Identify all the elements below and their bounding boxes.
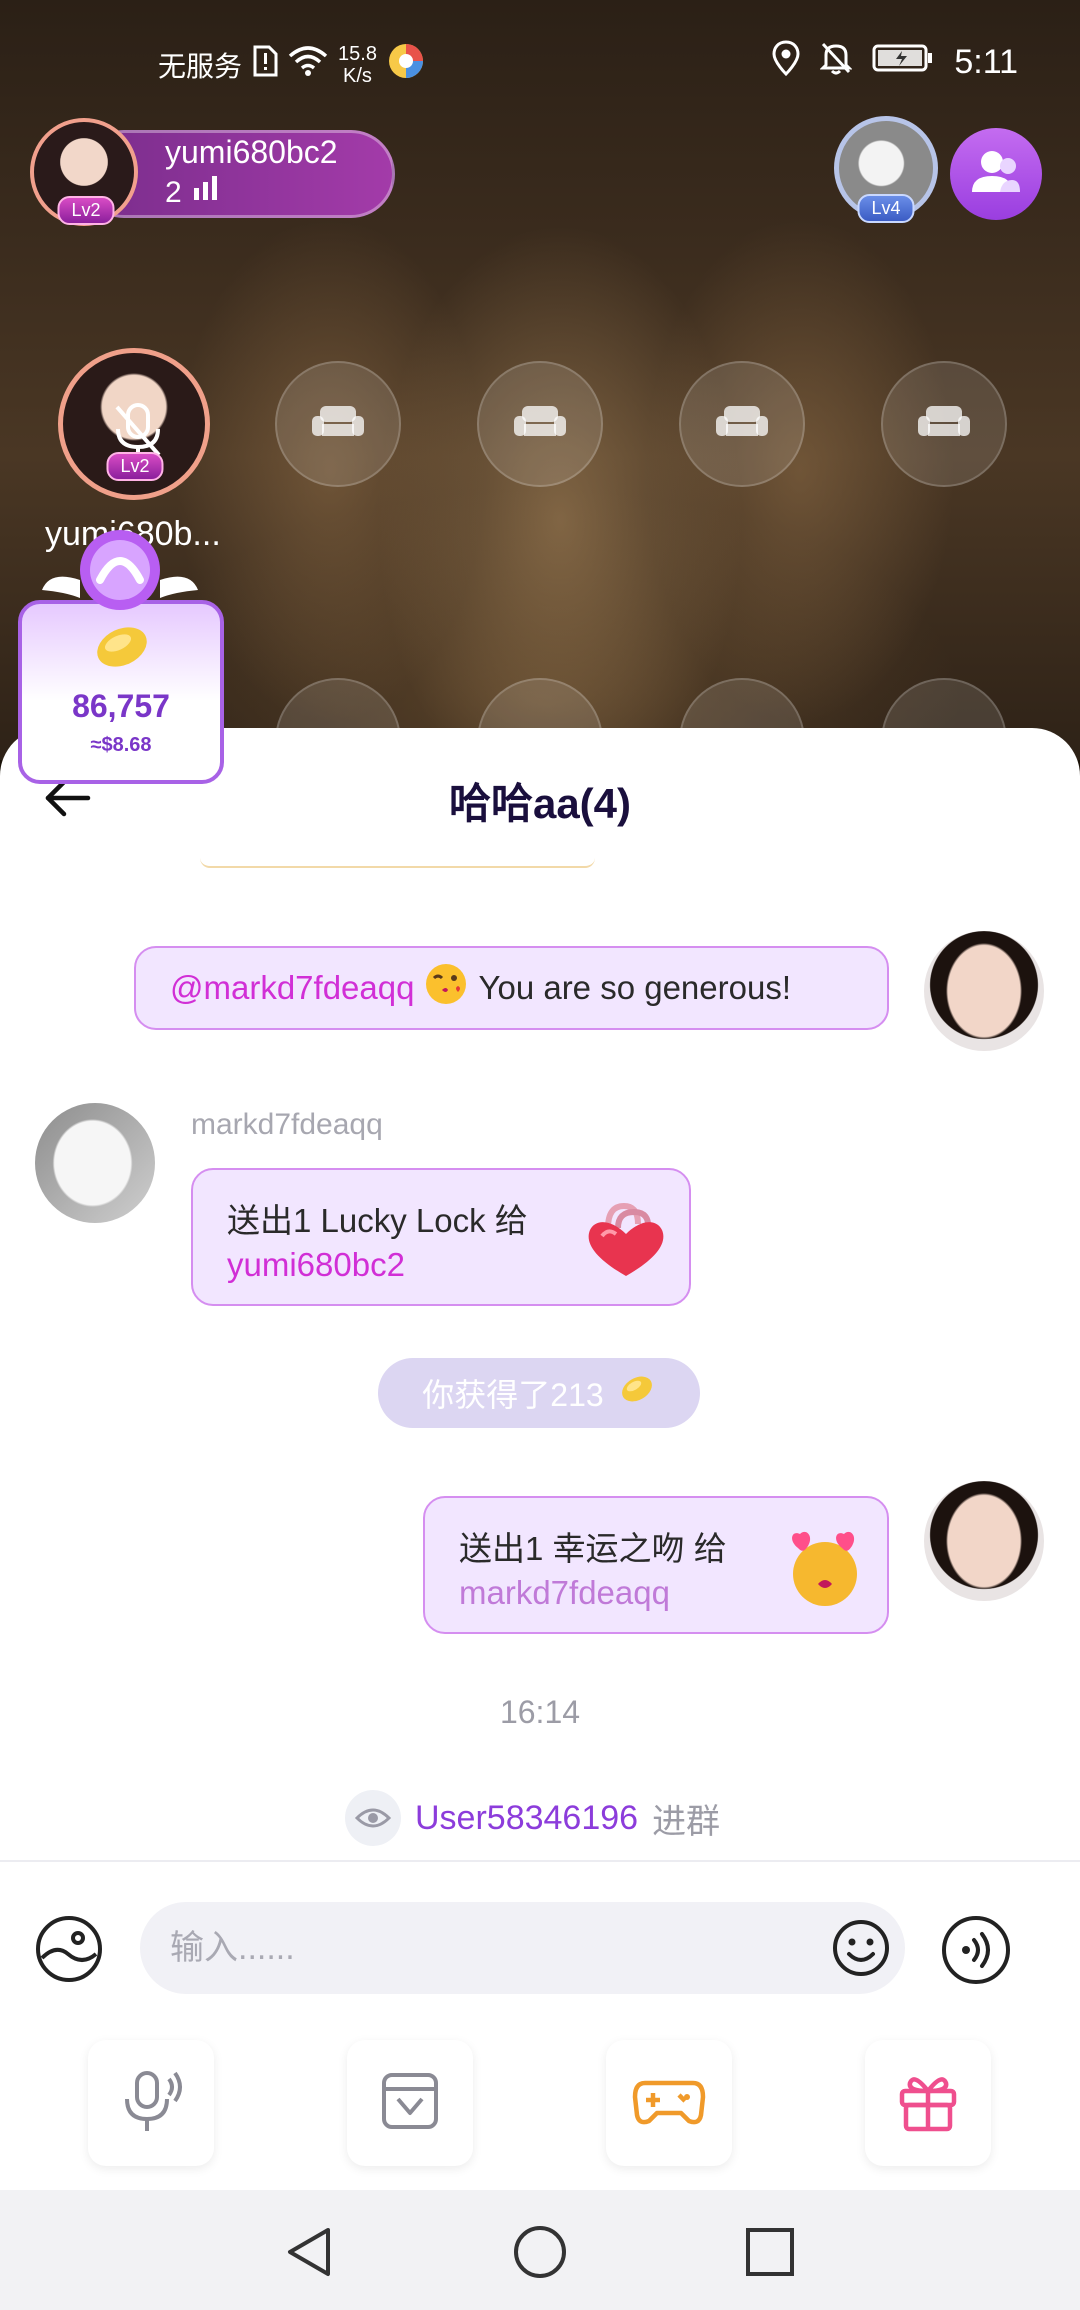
seat-host-level: Lv2 (106, 452, 164, 481)
bell-mute-icon (819, 41, 853, 84)
empty-seat-2[interactable] (275, 361, 401, 487)
reward-text: 你获得了213 (422, 1377, 604, 1413)
status-bar: 无服务 15.8 K/s 5:11 (0, 0, 1080, 120)
gift-text: 送出1 幸运之吻 给 (459, 1530, 727, 1567)
join-notice: User58346196 进群 (345, 1790, 720, 1846)
games-button[interactable] (606, 2040, 732, 2166)
wifi-icon (288, 46, 328, 83)
online-count-value: 2 (165, 176, 182, 209)
gamepad-icon (631, 2071, 707, 2136)
join-text: 进群 (652, 1802, 721, 1841)
voice-room-button[interactable] (88, 2040, 214, 2166)
message-avatar-self[interactable] (924, 931, 1044, 1051)
kiss-emoji-icon (424, 962, 468, 1014)
coin-balance-usd: ≈$8.68 (90, 734, 152, 756)
members-icon (970, 148, 1022, 201)
sim-alert-icon (252, 45, 278, 84)
message-avatar-markd[interactable] (35, 1103, 155, 1223)
lucky-kiss-gift-icon (780, 1526, 870, 1618)
net-speed-value: 15.8 (338, 42, 377, 65)
coin-balance-card[interactable]: 86,757 ≈$8.68 (18, 600, 224, 784)
bean-coin-icon (92, 622, 152, 677)
gift-target: markd7fdeaqq (459, 1574, 670, 1611)
previous-bubble-edge (200, 858, 595, 868)
nav-recents-button[interactable] (742, 2224, 798, 2285)
location-icon (772, 40, 800, 85)
nav-back-button[interactable] (282, 2224, 338, 2285)
microphone-icon (115, 2065, 187, 2142)
empty-seat-5[interactable] (881, 361, 1007, 487)
net-speed: 15.8 K/s (338, 43, 377, 87)
sofa-icon (916, 402, 972, 447)
message-bubble[interactable]: @markd7fdeaqq You are so generous! (134, 946, 889, 1030)
system-navigation-bar (0, 2190, 1080, 2310)
envelope-icon (378, 2069, 442, 2138)
gift-target: yumi680bc2 (227, 1246, 405, 1283)
message-input[interactable] (140, 1902, 780, 1994)
sender-name: markd7fdeaqq (191, 1108, 383, 1141)
message-text: You are so generous! (478, 969, 792, 1006)
eye-icon (345, 1790, 401, 1846)
empty-seat-4[interactable] (679, 361, 805, 487)
nav-home-button[interactable] (512, 2224, 568, 2285)
photo-album-button[interactable] (34, 1914, 104, 1989)
sofa-icon (310, 402, 366, 447)
carrier-text: 无服务 (158, 50, 243, 82)
bean-coin-icon (618, 1373, 656, 1413)
gift-text: 送出1 Lucky Lock 给 (227, 1202, 528, 1239)
reward-notice: 你获得了213 (378, 1358, 700, 1428)
emoji-button[interactable] (831, 1918, 891, 1983)
lucky-lock-gift-icon (578, 1200, 674, 1288)
mention-text: @markd7fdeaqq (170, 969, 415, 1006)
red-packet-button[interactable] (347, 2040, 473, 2166)
host-name: yumi680bc2 (165, 134, 338, 170)
empty-seat-3[interactable] (477, 361, 603, 487)
clock-text: 5:11 (954, 43, 1018, 81)
top-contributor-level: Lv4 (857, 194, 915, 223)
gift-button[interactable] (865, 2040, 991, 2166)
gift-box-icon (894, 2067, 962, 2140)
status-right: 5:11 (772, 40, 1018, 85)
status-left: 无服务 15.8 K/s (158, 42, 425, 87)
group-chat-sheet: 哈哈aa(4) @markd7fdeaqq You are so generou… (0, 728, 1080, 2310)
signal-bars-icon (192, 176, 220, 210)
net-speed-unit: K/s (343, 64, 372, 87)
battery-icon (872, 43, 934, 82)
gift-message-bubble[interactable]: 送出1 幸运之吻 给 markd7fdeaqq (423, 1496, 889, 1634)
gift-message-bubble[interactable]: 送出1 Lucky Lock 给 yumi680bc2 (191, 1168, 691, 1306)
sofa-icon (714, 402, 770, 447)
top-contributor-avatar[interactable]: Lv4 (830, 112, 942, 232)
members-button[interactable] (950, 128, 1042, 220)
online-count: 2 (165, 176, 220, 210)
message-avatar-self[interactable] (924, 1481, 1044, 1601)
sofa-icon (512, 402, 568, 447)
voice-message-button[interactable] (940, 1914, 1012, 1991)
host-info-pill[interactable]: Lv2 yumi680bc2 2 (30, 118, 395, 226)
coin-winged-emblem (40, 520, 200, 620)
coin-balance: 86,757 (72, 688, 170, 724)
join-username[interactable]: User58346196 (415, 1799, 638, 1838)
message-input-container (140, 1902, 905, 1994)
app-logo-icon (387, 42, 425, 87)
host-level-badge: Lv2 (57, 196, 115, 225)
timestamp: 16:14 (499, 1694, 581, 1730)
